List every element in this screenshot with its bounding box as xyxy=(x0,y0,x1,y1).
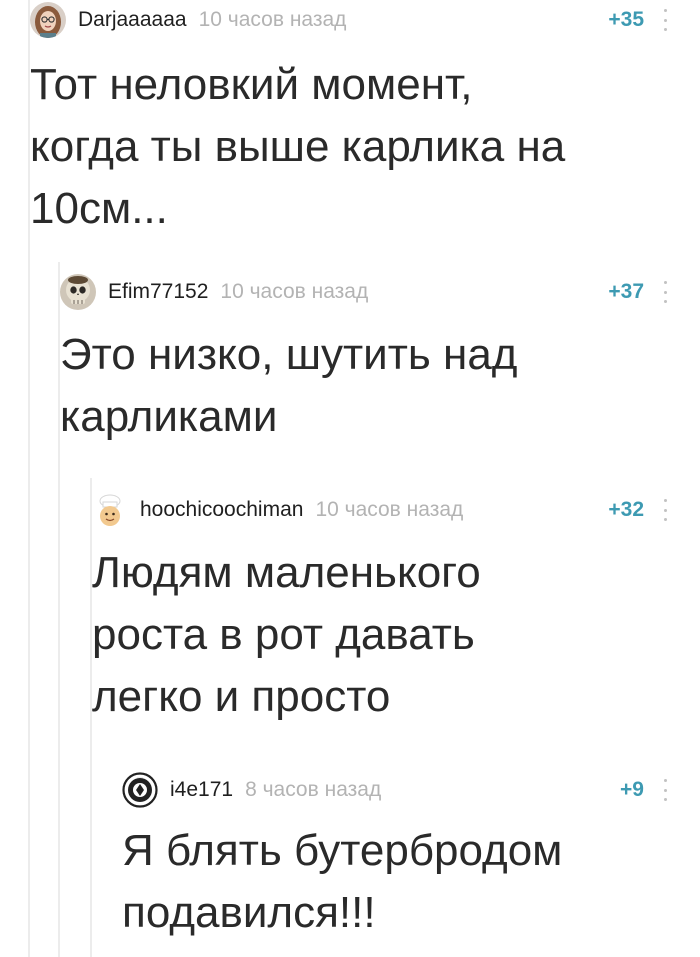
avatar[interactable] xyxy=(92,492,128,528)
comment-text: Людям маленького роста в рот давать легк… xyxy=(92,548,481,721)
comment-time: 10 часов назад xyxy=(315,498,464,521)
comment: hoochicoochiman 10 часов назад +32 Людям… xyxy=(92,490,670,728)
comment-time: 8 часов назад xyxy=(245,778,382,801)
comment: · · · i4e171 8 часов назад +9 Я блять бу… xyxy=(122,770,670,944)
comment-text: Тот неловкий момент, когда ты выше карли… xyxy=(30,60,566,233)
avatar-woman-icon xyxy=(30,2,66,38)
avatar[interactable] xyxy=(60,274,96,310)
comment-header: Efim77152 10 часов назад +37 xyxy=(60,272,670,312)
comment-header: hoochicoochiman 10 часов назад +32 xyxy=(92,490,670,530)
more-menu-icon[interactable] xyxy=(660,779,670,801)
more-menu-icon[interactable] xyxy=(660,499,670,521)
comment-rating: +9 xyxy=(620,778,644,801)
avatar[interactable] xyxy=(30,2,66,38)
comment-time: 10 часов назад xyxy=(220,280,369,303)
more-menu-icon[interactable] xyxy=(660,9,670,31)
avatar-chef-icon xyxy=(92,492,128,528)
comment-header: · · · i4e171 8 часов назад +9 xyxy=(122,770,670,810)
comment-time: 10 часов назад xyxy=(198,8,347,31)
comment-text: Я блять бутербродом подавился!!! xyxy=(122,826,563,937)
avatar[interactable]: · · · xyxy=(122,772,158,808)
comment-author[interactable]: hoochicoochiman xyxy=(140,498,303,522)
comment: Darjaaaaaa 10 часов назад +35 Тот неловк… xyxy=(30,0,670,240)
comment: Efim77152 10 часов назад +37 Это низко, … xyxy=(60,272,670,448)
comment-rating: +37 xyxy=(608,280,644,303)
avatar-badge-icon: · · · xyxy=(122,772,158,808)
comment-rating: +35 xyxy=(608,8,644,31)
comment-rating: +32 xyxy=(608,498,644,521)
comment-author[interactable]: Efim77152 xyxy=(108,280,208,304)
more-menu-icon[interactable] xyxy=(660,281,670,303)
avatar-skull-icon xyxy=(60,274,96,310)
svg-text:· · ·: · · · xyxy=(137,776,142,780)
comment-thread: Darjaaaaaa 10 часов назад +35 Тот неловк… xyxy=(0,0,700,957)
comment-author[interactable]: i4e171 xyxy=(170,778,233,802)
comment-header: Darjaaaaaa 10 часов назад +35 xyxy=(30,0,670,40)
comment-text: Это низко, шутить над карликами xyxy=(60,330,518,441)
comment-author[interactable]: Darjaaaaaa xyxy=(78,8,187,32)
